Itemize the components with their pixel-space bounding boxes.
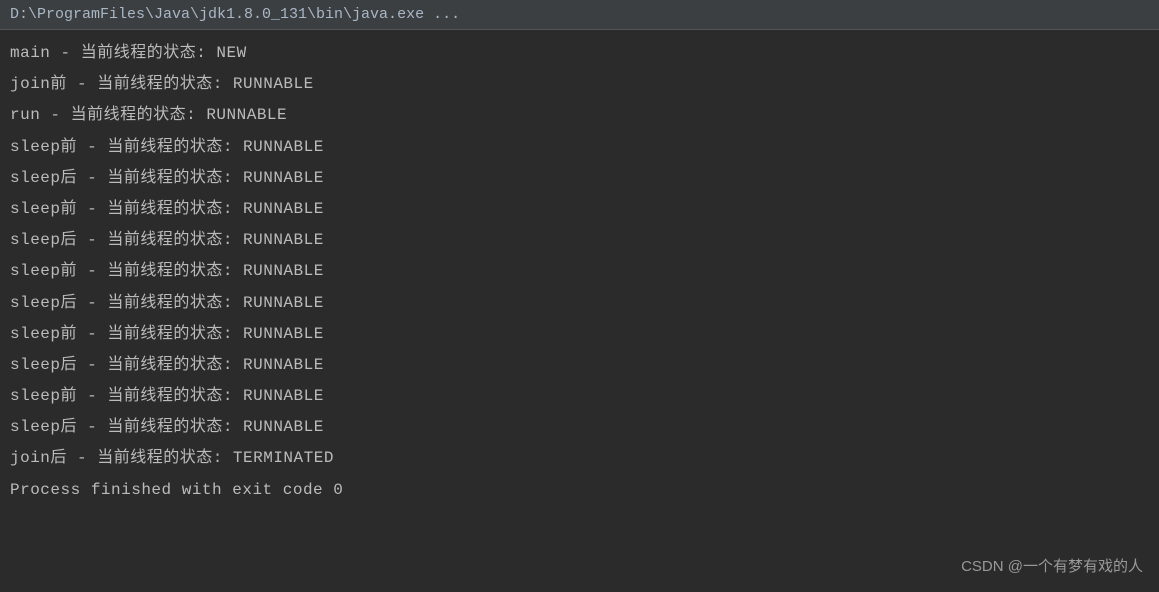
output-line: sleep前 - 当前线程的状态: RUNNABLE xyxy=(10,319,1149,350)
output-line: sleep后 - 当前线程的状态: RUNNABLE xyxy=(10,163,1149,194)
output-line: sleep后 - 当前线程的状态: RUNNABLE xyxy=(10,288,1149,319)
output-line: main - 当前线程的状态: NEW xyxy=(10,38,1149,69)
output-line: sleep前 - 当前线程的状态: RUNNABLE xyxy=(10,381,1149,412)
console-output[interactable]: main - 当前线程的状态: NEW join前 - 当前线程的状态: RUN… xyxy=(0,30,1159,514)
output-line: sleep后 - 当前线程的状态: RUNNABLE xyxy=(10,412,1149,443)
watermark-text: CSDN @一个有梦有戏的人 xyxy=(961,558,1143,575)
output-line: sleep后 - 当前线程的状态: RUNNABLE xyxy=(10,225,1149,256)
watermark: CSDN @一个有梦有戏的人 xyxy=(961,555,1143,576)
command-line: D:\ProgramFiles\Java\jdk1.8.0_131\bin\ja… xyxy=(10,6,460,23)
output-line: run - 当前线程的状态: RUNNABLE xyxy=(10,100,1149,131)
output-line: Process finished with exit code 0 xyxy=(10,475,1149,506)
console-header: D:\ProgramFiles\Java\jdk1.8.0_131\bin\ja… xyxy=(0,0,1159,30)
output-line: join前 - 当前线程的状态: RUNNABLE xyxy=(10,69,1149,100)
output-line: sleep前 - 当前线程的状态: RUNNABLE xyxy=(10,132,1149,163)
output-line: sleep后 - 当前线程的状态: RUNNABLE xyxy=(10,350,1149,381)
output-line: join后 - 当前线程的状态: TERMINATED xyxy=(10,443,1149,474)
output-line: sleep前 - 当前线程的状态: RUNNABLE xyxy=(10,194,1149,225)
output-line: sleep前 - 当前线程的状态: RUNNABLE xyxy=(10,256,1149,287)
